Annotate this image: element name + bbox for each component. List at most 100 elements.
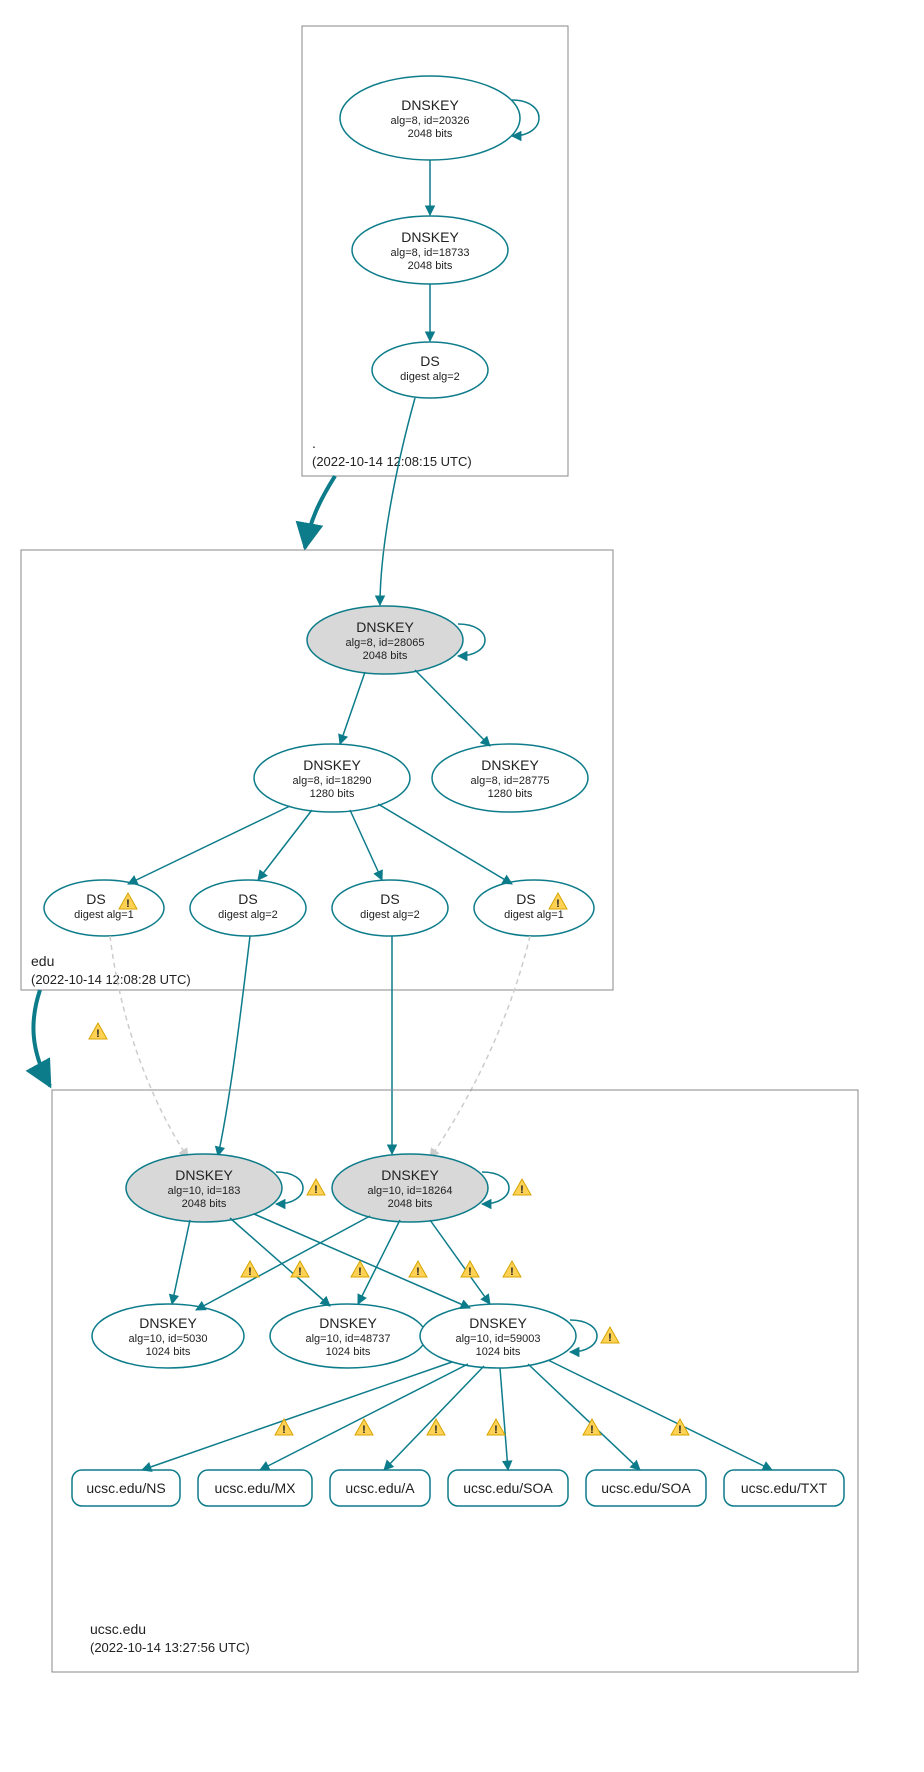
svg-text:alg=8, id=18733: alg=8, id=18733 <box>391 247 470 259</box>
svg-text:alg=10, id=18264: alg=10, id=18264 <box>367 1185 452 1197</box>
svg-text:DNSKEY: DNSKEY <box>469 1315 527 1331</box>
edge-zsk3-soa1 <box>500 1368 508 1470</box>
svg-text:digest alg=2: digest alg=2 <box>218 909 278 921</box>
svg-text:2048 bits: 2048 bits <box>363 650 408 662</box>
warning-icon <box>409 1261 427 1278</box>
node-ucsc-zsk2[interactable]: DNSKEY alg=10, id=48737 1024 bits <box>270 1304 426 1368</box>
svg-text:DNSKEY: DNSKEY <box>319 1315 377 1331</box>
edge-rootds-eduksk <box>380 398 415 605</box>
svg-text:1024 bits: 1024 bits <box>326 1346 371 1358</box>
node-ucsc-zsk3[interactable]: DNSKEY alg=10, id=59003 1024 bits <box>420 1304 576 1368</box>
edge-eduksk-eduzsk1 <box>340 672 365 744</box>
svg-text:DNSKEY: DNSKEY <box>401 229 459 245</box>
svg-text:alg=8, id=28775: alg=8, id=28775 <box>471 775 550 787</box>
node-ucsc-ksk1[interactable]: DNSKEY alg=10, id=183 2048 bits <box>126 1154 282 1222</box>
svg-text:1280 bits: 1280 bits <box>488 788 533 800</box>
edge-zsk3-ns <box>142 1362 452 1470</box>
warning-icon <box>291 1261 309 1278</box>
svg-text:1280 bits: 1280 bits <box>310 788 355 800</box>
svg-text:2048 bits: 2048 bits <box>408 260 453 272</box>
warning-icon <box>487 1419 505 1436</box>
warning-icon <box>241 1261 259 1278</box>
warning-icon <box>307 1179 325 1196</box>
svg-text:digest alg=1: digest alg=1 <box>74 909 134 921</box>
svg-text:digest alg=1: digest alg=1 <box>504 909 564 921</box>
rr-soa1[interactable]: ucsc.edu/SOA <box>448 1470 568 1506</box>
node-ucsc-zsk1[interactable]: DNSKEY alg=10, id=5030 1024 bits <box>92 1304 244 1368</box>
node-edu-ds1[interactable]: DS digest alg=1 <box>44 880 164 936</box>
rr-txt[interactable]: ucsc.edu/TXT <box>724 1470 844 1506</box>
zone-edu: edu (2022-10-14 12:08:28 UTC) DNSKEY alg… <box>21 550 613 990</box>
warning-icon <box>503 1261 521 1278</box>
zone-time-edu: (2022-10-14 12:08:28 UTC) <box>31 972 191 987</box>
warning-icon <box>513 1179 531 1196</box>
svg-text:DNSKEY: DNSKEY <box>356 619 414 635</box>
node-edu-ds2[interactable]: DS digest alg=2 <box>190 880 306 936</box>
svg-text:1024 bits: 1024 bits <box>476 1346 521 1358</box>
node-edu-ds4[interactable]: DS digest alg=1 <box>474 880 594 936</box>
edge-eduzsk1-ds4 <box>378 804 512 884</box>
svg-text:DNSKEY: DNSKEY <box>401 97 459 113</box>
svg-text:DNSKEY: DNSKEY <box>381 1167 439 1183</box>
svg-text:digest alg=2: digest alg=2 <box>360 909 420 921</box>
svg-text:DS: DS <box>516 891 535 907</box>
dnssec-chain-diagram: ! . (2022-10-14 12:08:15 UTC) DNSKEY alg… <box>0 0 924 1772</box>
svg-text:2048 bits: 2048 bits <box>388 1198 433 1210</box>
rr-ns[interactable]: ucsc.edu/NS <box>72 1470 180 1506</box>
svg-text:ucsc.edu/A: ucsc.edu/A <box>345 1480 415 1496</box>
edge-eduzsk1-ds1 <box>128 806 290 884</box>
svg-text:ucsc.edu/SOA: ucsc.edu/SOA <box>601 1480 691 1496</box>
node-ucsc-ksk2[interactable]: DNSKEY alg=10, id=18264 2048 bits <box>332 1154 488 1222</box>
zone-label-ucsc: ucsc.edu <box>90 1621 146 1637</box>
rr-a[interactable]: ucsc.edu/A <box>330 1470 430 1506</box>
svg-text:alg=10, id=5030: alg=10, id=5030 <box>129 1333 208 1345</box>
warning-icon <box>461 1261 479 1278</box>
node-edu-zsk2[interactable]: DNSKEY alg=8, id=28775 1280 bits <box>432 744 588 812</box>
svg-text:DNSKEY: DNSKEY <box>139 1315 197 1331</box>
warning-icon <box>355 1419 373 1436</box>
edge-ksk2-zsk3 <box>430 1220 490 1304</box>
svg-text:ucsc.edu/TXT: ucsc.edu/TXT <box>741 1480 828 1496</box>
svg-text:DS: DS <box>86 891 105 907</box>
rr-soa2[interactable]: ucsc.edu/SOA <box>586 1470 706 1506</box>
zone-time-ucsc: (2022-10-14 13:27:56 UTC) <box>90 1640 250 1655</box>
svg-text:alg=10, id=183: alg=10, id=183 <box>168 1185 241 1197</box>
svg-text:DNSKEY: DNSKEY <box>303 757 361 773</box>
edge-deleg-root-edu <box>305 476 335 548</box>
node-edu-ds3[interactable]: DS digest alg=2 <box>332 880 448 936</box>
svg-text:1024 bits: 1024 bits <box>146 1346 191 1358</box>
zone-root: . (2022-10-14 12:08:15 UTC) DNSKEY alg=8… <box>302 26 568 476</box>
svg-text:DS: DS <box>380 891 399 907</box>
edge-eduzsk1-ds2 <box>258 810 312 880</box>
svg-text:alg=10, id=48737: alg=10, id=48737 <box>305 1333 390 1345</box>
svg-text:DS: DS <box>420 353 439 369</box>
node-root-ds[interactable]: DS digest alg=2 <box>372 342 488 398</box>
edge-ksk1-zsk1 <box>172 1220 190 1304</box>
zone-time-root: (2022-10-14 12:08:15 UTC) <box>312 454 472 469</box>
svg-text:ucsc.edu/NS: ucsc.edu/NS <box>86 1480 165 1496</box>
svg-text:DS: DS <box>238 891 257 907</box>
svg-text:ucsc.edu/MX: ucsc.edu/MX <box>215 1480 297 1496</box>
svg-text:digest alg=2: digest alg=2 <box>400 371 460 383</box>
node-edu-ksk[interactable]: DNSKEY alg=8, id=28065 2048 bits <box>307 606 463 674</box>
svg-text:alg=10, id=59003: alg=10, id=59003 <box>455 1333 540 1345</box>
warning-icon <box>583 1419 601 1436</box>
edge-ds2-ucscksk1 <box>218 936 250 1156</box>
node-root-zsk[interactable]: DNSKEY alg=8, id=18733 2048 bits <box>352 216 508 284</box>
svg-text:ucsc.edu/SOA: ucsc.edu/SOA <box>463 1480 553 1496</box>
svg-text:2048 bits: 2048 bits <box>408 128 453 140</box>
svg-text:alg=8, id=20326: alg=8, id=20326 <box>391 115 470 127</box>
node-edu-zsk1[interactable]: DNSKEY alg=8, id=18290 1280 bits <box>254 744 410 812</box>
edge-eduzsk1-ds3 <box>350 810 382 880</box>
edge-zsk3-mx <box>260 1364 468 1470</box>
svg-text:2048 bits: 2048 bits <box>182 1198 227 1210</box>
edge-deleg-edu-ucsc <box>33 990 50 1086</box>
edge-ksk2-zsk1 <box>196 1216 370 1310</box>
zone-ucsc: ucsc.edu (2022-10-14 13:27:56 UTC) DNSKE… <box>52 1090 858 1672</box>
node-root-ksk[interactable]: DNSKEY alg=8, id=20326 2048 bits <box>340 76 520 160</box>
edge-eduksk-eduzsk2 <box>415 670 490 746</box>
warning-icon <box>275 1419 293 1436</box>
rr-mx[interactable]: ucsc.edu/MX <box>198 1470 312 1506</box>
svg-text:alg=8, id=28065: alg=8, id=28065 <box>346 637 425 649</box>
svg-text:alg=8, id=18290: alg=8, id=18290 <box>293 775 372 787</box>
